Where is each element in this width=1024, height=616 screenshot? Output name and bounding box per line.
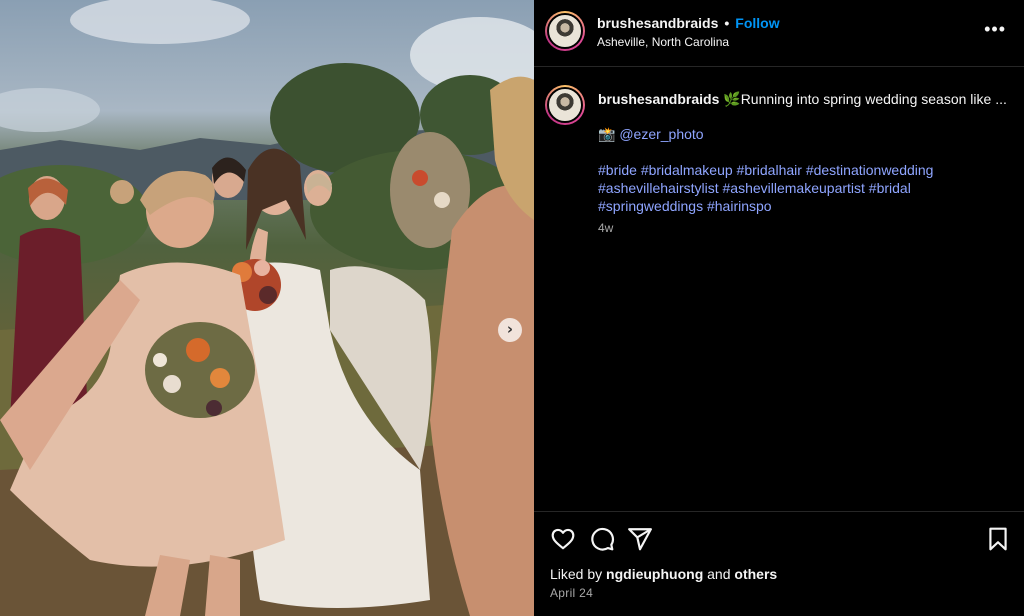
photo-illustration (0, 0, 534, 616)
hashtag-list: #bride #bridalmakeup #bridalhair #destin… (598, 161, 998, 215)
avatar-image (547, 13, 583, 49)
carousel-next-button[interactable]: › (498, 318, 522, 342)
comment-icon[interactable] (589, 526, 615, 552)
hashtag-link[interactable]: #bridalmakeup (641, 162, 733, 178)
chevron-right-icon: › (506, 320, 514, 338)
caption-block: brushesandbraids 🌿Running into spring we… (534, 67, 1024, 511)
liked-and: and (703, 566, 735, 582)
caption-username[interactable]: brushesandbraids (598, 91, 719, 107)
more-icon[interactable]: ••• (984, 20, 1006, 38)
separator-dot: • (724, 15, 730, 31)
avatar[interactable] (545, 11, 585, 51)
caption-intro: 🌿Running into spring wedding season like… (723, 91, 1007, 107)
heart-icon[interactable] (550, 526, 576, 552)
location-link[interactable]: Asheville, North Carolina (597, 35, 729, 49)
post-photo[interactable]: › (0, 0, 534, 616)
action-bar: Liked by ngdieuphuong and others April 2… (534, 511, 1024, 616)
header-user-row: brushesandbraids • Follow (597, 15, 780, 31)
likes-summary: Liked by ngdieuphuong and others (550, 566, 777, 582)
camera-emoji: 📸 (598, 126, 620, 142)
post-sidebar: brushesandbraids • Follow Asheville, North… (534, 0, 1024, 616)
share-icon[interactable] (627, 526, 653, 552)
liked-prefix: Liked by (550, 566, 607, 582)
post-age[interactable]: 4w (598, 221, 613, 235)
hashtag-link[interactable]: #hairinspo (707, 198, 772, 214)
hashtag-link[interactable]: #bridalhair (737, 162, 802, 178)
follow-button[interactable]: Follow (735, 15, 779, 31)
photographer-credit: 📸 @ezer_photo (598, 126, 704, 143)
hashtag-link[interactable]: #springweddings (598, 198, 703, 214)
save-icon[interactable] (985, 526, 1011, 552)
hashtag-link[interactable]: #destinationwedding (806, 162, 934, 178)
post-header: brushesandbraids • Follow Asheville, North… (534, 0, 1024, 67)
hashtag-link[interactable]: #ashevillemakeupartist (723, 180, 865, 196)
liked-others-link[interactable]: others (734, 566, 777, 582)
caption-first-line: brushesandbraids 🌿Running into spring we… (598, 91, 1010, 108)
caption-avatar[interactable] (545, 85, 585, 125)
mention-link[interactable]: @ezer_photo (619, 126, 703, 142)
hashtag-link[interactable]: #bridal (869, 180, 911, 196)
hashtag-link[interactable]: #ashevillehairstylist (598, 180, 719, 196)
avatar-image (547, 87, 583, 123)
username-link[interactable]: brushesandbraids (597, 15, 718, 31)
liked-user-link[interactable]: ngdieuphuong (606, 566, 703, 582)
post-date[interactable]: April 24 (550, 586, 593, 600)
hashtag-link[interactable]: #bride (598, 162, 637, 178)
